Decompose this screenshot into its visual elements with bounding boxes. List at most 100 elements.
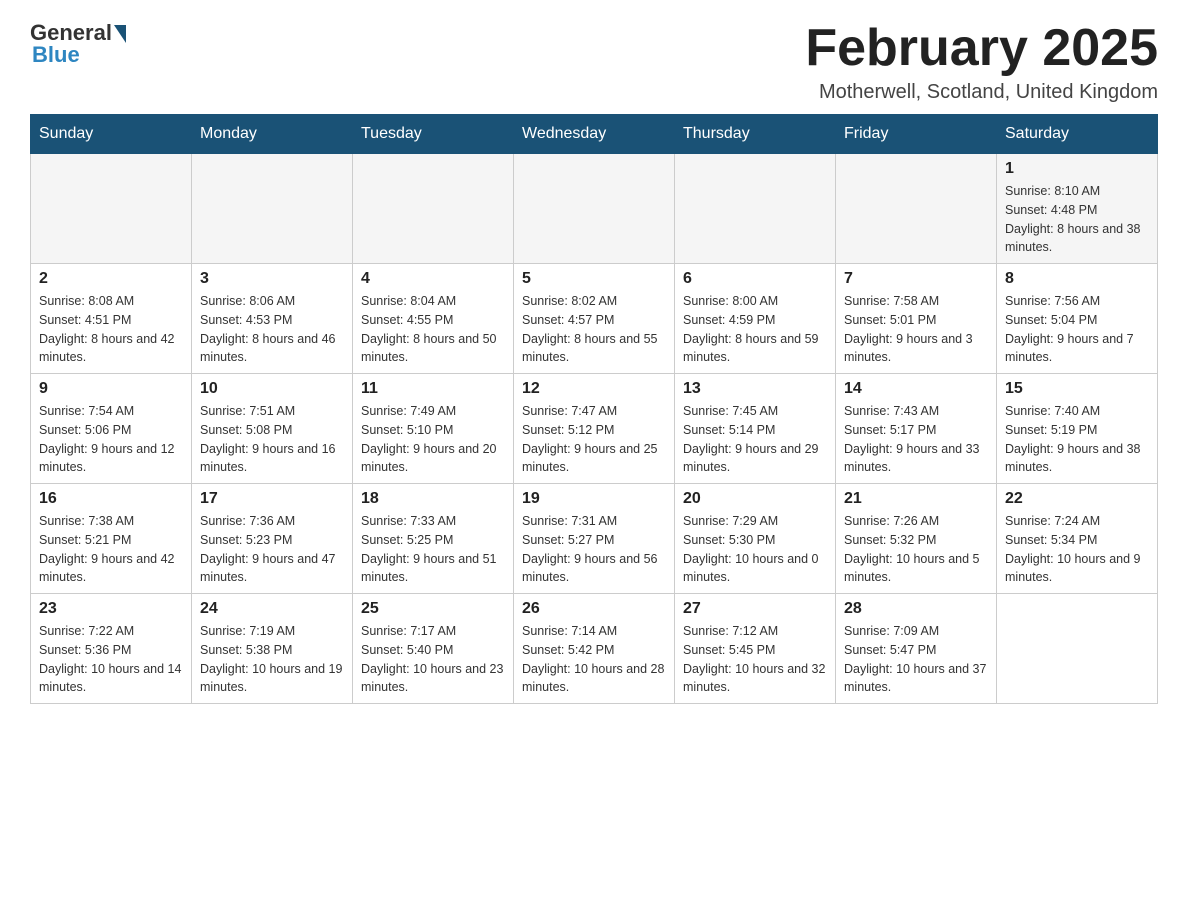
day-number: 1 — [1005, 160, 1149, 178]
title-block: February 2025 Motherwell, Scotland, Unit… — [805, 20, 1158, 104]
day-cell: 15 Sunrise: 7:40 AMSunset: 5:19 PMDayligh… — [997, 374, 1158, 484]
day-info: Sunrise: 7:54 AMSunset: 5:06 PMDaylight:… — [39, 402, 183, 477]
day-cell: 14 Sunrise: 7:43 AMSunset: 5:17 PMDayligh… — [836, 374, 997, 484]
day-number: 25 — [361, 600, 505, 618]
day-cell: 5 Sunrise: 8:02 AMSunset: 4:57 PMDaylight… — [514, 264, 675, 374]
day-number: 18 — [361, 490, 505, 508]
days-of-week-row: Sunday Monday Tuesday Wednesday Thursday… — [31, 115, 1158, 154]
header-sunday: Sunday — [31, 115, 192, 154]
day-info: Sunrise: 7:29 AMSunset: 5:30 PMDaylight:… — [683, 512, 827, 587]
day-cell — [514, 154, 675, 264]
day-number: 27 — [683, 600, 827, 618]
day-cell: 26Sunrise: 7:14 AMSunset: 5:42 PMDayligh… — [514, 594, 675, 704]
day-number: 19 — [522, 490, 666, 508]
week-row-2: 9 Sunrise: 7:54 AMSunset: 5:06 PMDaylight… — [31, 374, 1158, 484]
day-number: 5 — [522, 270, 666, 288]
day-cell: 9 Sunrise: 7:54 AMSunset: 5:06 PMDaylight… — [31, 374, 192, 484]
location: Motherwell, Scotland, United Kingdom — [805, 81, 1158, 104]
day-cell: 7 Sunrise: 7:58 AMSunset: 5:01 PMDaylight… — [836, 264, 997, 374]
day-cell — [31, 154, 192, 264]
day-number: 13 — [683, 380, 827, 398]
day-number: 7 — [844, 270, 988, 288]
day-number: 4 — [361, 270, 505, 288]
day-info: Sunrise: 8:02 AMSunset: 4:57 PMDaylight:… — [522, 292, 666, 367]
day-cell: 21 Sunrise: 7:26 AMSunset: 5:32 PMDayligh… — [836, 484, 997, 594]
day-number: 17 — [200, 490, 344, 508]
day-cell: 25 Sunrise: 7:17 AMSunset: 5:40 PMDayligh… — [353, 594, 514, 704]
day-info: Sunrise: 7:14 AMSunset: 5:42 PMDaylight:… — [522, 622, 666, 697]
day-cell: 8 Sunrise: 7:56 AMSunset: 5:04 PMDaylight… — [997, 264, 1158, 374]
day-info: Sunrise: 7:36 AMSunset: 5:23 PMDaylight:… — [200, 512, 344, 587]
day-cell: 28Sunrise: 7:09 AMSunset: 5:47 PMDayligh… — [836, 594, 997, 704]
day-number: 22 — [1005, 490, 1149, 508]
day-number: 9 — [39, 380, 183, 398]
day-cell: 23Sunrise: 7:22 AMSunset: 5:36 PMDayligh… — [31, 594, 192, 704]
day-cell — [836, 154, 997, 264]
day-cell: 20 Sunrise: 7:29 AMSunset: 5:30 PMDayligh… — [675, 484, 836, 594]
logo-blue-text: Blue — [32, 42, 80, 68]
day-cell: 12Sunrise: 7:47 AMSunset: 5:12 PMDayligh… — [514, 374, 675, 484]
day-info: Sunrise: 7:12 AMSunset: 5:45 PMDaylight:… — [683, 622, 827, 697]
day-info: Sunrise: 8:08 AMSunset: 4:51 PMDaylight:… — [39, 292, 183, 367]
day-cell: 4Sunrise: 8:04 AMSunset: 4:55 PMDaylight… — [353, 264, 514, 374]
day-number: 20 — [683, 490, 827, 508]
day-number: 21 — [844, 490, 988, 508]
day-number: 16 — [39, 490, 183, 508]
day-number: 3 — [200, 270, 344, 288]
day-info: Sunrise: 7:51 AMSunset: 5:08 PMDaylight:… — [200, 402, 344, 477]
week-row-4: 23Sunrise: 7:22 AMSunset: 5:36 PMDayligh… — [31, 594, 1158, 704]
day-info: Sunrise: 8:06 AMSunset: 4:53 PMDaylight:… — [200, 292, 344, 367]
day-info: Sunrise: 7:43 AMSunset: 5:17 PMDaylight:… — [844, 402, 988, 477]
day-number: 11 — [361, 380, 505, 398]
day-cell: 13 Sunrise: 7:45 AMSunset: 5:14 PMDayligh… — [675, 374, 836, 484]
day-cell: 27 Sunrise: 7:12 AMSunset: 5:45 PMDayligh… — [675, 594, 836, 704]
day-info: Sunrise: 7:45 AMSunset: 5:14 PMDaylight:… — [683, 402, 827, 477]
day-info: Sunrise: 7:24 AMSunset: 5:34 PMDaylight:… — [1005, 512, 1149, 587]
day-info: Sunrise: 7:47 AMSunset: 5:12 PMDaylight:… — [522, 402, 666, 477]
day-number: 14 — [844, 380, 988, 398]
day-info: Sunrise: 8:10 AMSunset: 4:48 PMDaylight:… — [1005, 182, 1149, 257]
calendar-body: 1 Sunrise: 8:10 AMSunset: 4:48 PMDaylight… — [31, 154, 1158, 704]
day-info: Sunrise: 7:38 AMSunset: 5:21 PMDaylight:… — [39, 512, 183, 587]
header-friday: Friday — [836, 115, 997, 154]
day-cell: 19 Sunrise: 7:31 AMSunset: 5:27 PMDayligh… — [514, 484, 675, 594]
day-cell: 11 Sunrise: 7:49 AMSunset: 5:10 PMDayligh… — [353, 374, 514, 484]
day-info: Sunrise: 7:49 AMSunset: 5:10 PMDaylight:… — [361, 402, 505, 477]
day-cell: 10Sunrise: 7:51 AMSunset: 5:08 PMDayligh… — [192, 374, 353, 484]
day-cell — [353, 154, 514, 264]
day-number: 24 — [200, 600, 344, 618]
page-header: General Blue February 2025 Motherwell, S… — [30, 20, 1158, 104]
day-cell: 2Sunrise: 8:08 AMSunset: 4:51 PMDaylight… — [31, 264, 192, 374]
day-cell: 16 Sunrise: 7:38 AMSunset: 5:21 PMDayligh… — [31, 484, 192, 594]
logo: General Blue — [30, 20, 126, 68]
calendar-header: Sunday Monday Tuesday Wednesday Thursday… — [31, 115, 1158, 154]
week-row-0: 1 Sunrise: 8:10 AMSunset: 4:48 PMDaylight… — [31, 154, 1158, 264]
calendar-table: Sunday Monday Tuesday Wednesday Thursday… — [30, 114, 1158, 704]
month-title: February 2025 — [805, 20, 1158, 77]
day-info: Sunrise: 7:19 AMSunset: 5:38 PMDaylight:… — [200, 622, 344, 697]
header-monday: Monday — [192, 115, 353, 154]
day-cell: 6Sunrise: 8:00 AMSunset: 4:59 PMDaylight… — [675, 264, 836, 374]
day-info: Sunrise: 7:31 AMSunset: 5:27 PMDaylight:… — [522, 512, 666, 587]
week-row-1: 2Sunrise: 8:08 AMSunset: 4:51 PMDaylight… — [31, 264, 1158, 374]
day-cell: 22 Sunrise: 7:24 AMSunset: 5:34 PMDayligh… — [997, 484, 1158, 594]
day-number: 28 — [844, 600, 988, 618]
day-cell — [675, 154, 836, 264]
day-number: 23 — [39, 600, 183, 618]
day-number: 8 — [1005, 270, 1149, 288]
day-info: Sunrise: 7:58 AMSunset: 5:01 PMDaylight:… — [844, 292, 988, 367]
day-info: Sunrise: 7:56 AMSunset: 5:04 PMDaylight:… — [1005, 292, 1149, 367]
day-info: Sunrise: 7:17 AMSunset: 5:40 PMDaylight:… — [361, 622, 505, 697]
day-info: Sunrise: 7:26 AMSunset: 5:32 PMDaylight:… — [844, 512, 988, 587]
header-wednesday: Wednesday — [514, 115, 675, 154]
day-cell — [997, 594, 1158, 704]
day-cell: 24 Sunrise: 7:19 AMSunset: 5:38 PMDayligh… — [192, 594, 353, 704]
header-thursday: Thursday — [675, 115, 836, 154]
day-cell: 18 Sunrise: 7:33 AMSunset: 5:25 PMDayligh… — [353, 484, 514, 594]
day-number: 15 — [1005, 380, 1149, 398]
day-cell: 17 Sunrise: 7:36 AMSunset: 5:23 PMDayligh… — [192, 484, 353, 594]
day-info: Sunrise: 7:33 AMSunset: 5:25 PMDaylight:… — [361, 512, 505, 587]
day-info: Sunrise: 7:40 AMSunset: 5:19 PMDaylight:… — [1005, 402, 1149, 477]
logo-arrow-icon — [114, 25, 126, 43]
day-cell: 1 Sunrise: 8:10 AMSunset: 4:48 PMDaylight… — [997, 154, 1158, 264]
